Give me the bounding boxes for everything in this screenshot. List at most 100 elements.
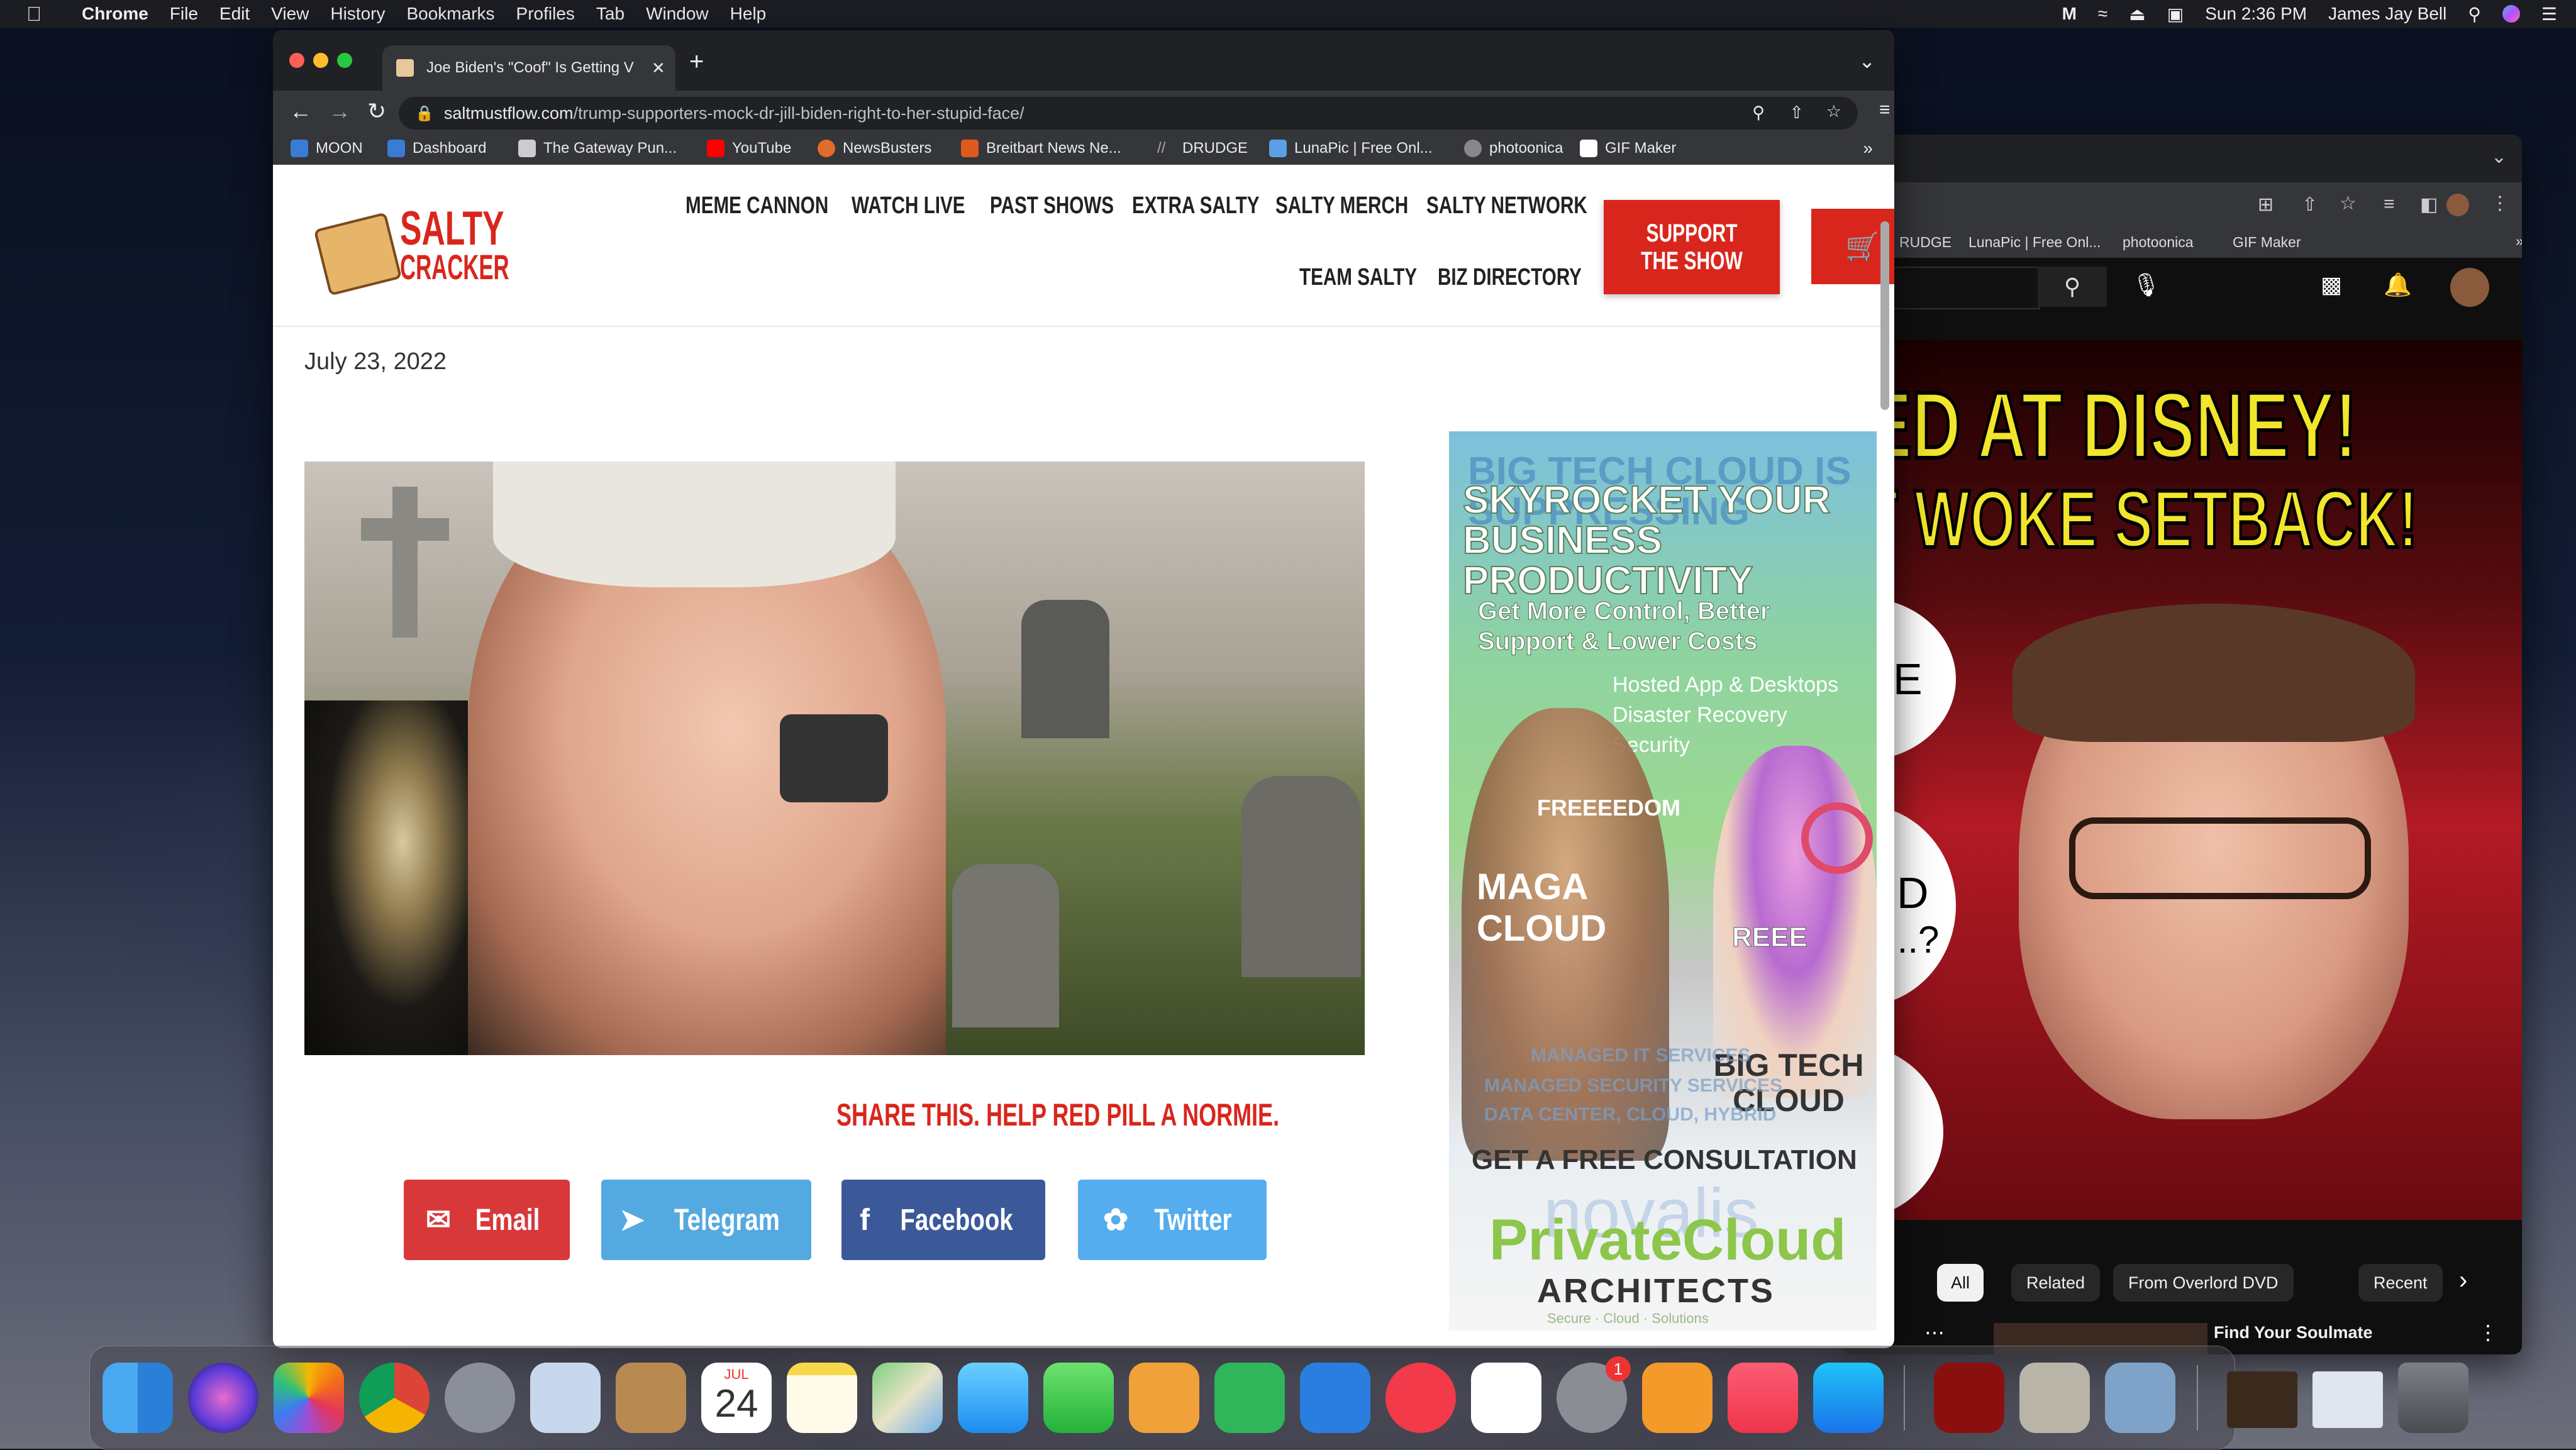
reading-list-icon[interactable]: ≡ [2384,194,2395,215]
close-window-button[interactable] [289,53,304,68]
menu-bookmarks[interactable]: Bookmarks [406,4,494,24]
new-tab-icon[interactable]: + [689,48,704,76]
search-button[interactable]: ⚲ [2038,267,2107,307]
menu-file[interactable]: File [170,4,198,24]
support-the-show-button[interactable]: SUPPORT THE SHOW [1604,200,1780,294]
zoom-icon[interactable]: ⚲ [1752,103,1765,123]
menu-help[interactable]: Help [730,4,767,24]
spotlight-icon[interactable]: ⚲ [2468,4,2481,25]
bookmark-dashboard[interactable]: Dashboard [387,140,486,157]
news-icon[interactable] [1385,1363,1456,1433]
bookmark-gif-maker[interactable]: GIF Maker [1580,140,1676,157]
minimized-window-thumbnail[interactable] [2312,1371,2383,1428]
site-logo[interactable]: SALTY CRACKER [313,201,509,296]
video-player[interactable]: RED AT DISNEY! AT WOKE SETBACK! E D ...? [1843,340,2522,1220]
share-telegram-button[interactable]: ➤ Telegram [601,1180,811,1260]
preview-icon[interactable] [2105,1363,2175,1433]
chips-next-icon[interactable]: › [2459,1266,2467,1295]
books-icon[interactable] [1642,1363,1713,1433]
music-icon[interactable] [1728,1363,1798,1433]
calendar-icon[interactable]: JUL 24 [701,1363,772,1433]
notes-icon[interactable] [787,1363,857,1433]
menu-window[interactable]: Window [646,4,709,24]
install-icon[interactable]: ⊞ [2258,194,2273,216]
sidepanel-icon[interactable]: ◧ [2420,194,2438,216]
star-icon[interactable]: ☆ [2340,192,2357,214]
nav-meme-cannon[interactable]: MEME CANNON [686,192,828,219]
nav-past-shows[interactable]: PAST SHOWS [990,192,1114,219]
minimized-window-thumbnail[interactable] [2227,1371,2297,1428]
bookmark-lunapic[interactable]: LunaPic | Free Onl... [1968,234,2101,251]
siri-icon[interactable] [2502,5,2520,23]
maps-icon[interactable] [872,1363,943,1433]
user-name[interactable]: James Jay Bell [2328,4,2446,24]
chip-related[interactable]: Related [2011,1264,2101,1302]
page-scrollbar[interactable] [1880,221,1889,410]
system-preferences-icon[interactable]: 1 [1557,1356,1631,1433]
bookmark-drudge[interactable]: // DRUDGE [1157,140,1248,157]
tab-active[interactable]: Joe Biden's "Coof" Is Getting V ✕ [382,45,675,91]
menu-view[interactable]: View [271,4,309,24]
nav-biz-directory[interactable]: BIZ DIRECTORY [1438,264,1582,291]
minimize-window-button[interactable] [313,53,328,68]
bookmark-breitbart[interactable]: Breitbart News Ne... [961,140,1121,157]
app-menu-chrome[interactable]: Chrome [82,4,148,24]
sidebar-ad[interactable]: BIG TECH CLOUD IS SUPPRESSING SKYROCKET … [1449,431,1877,1331]
share-email-button[interactable]: ✉ Email [404,1180,570,1260]
avatar[interactable] [2446,194,2469,216]
more-icon[interactable]: ⋮ [2478,1320,2498,1344]
bookmark-youtube[interactable]: YouTube [707,140,791,157]
keynote-icon[interactable] [1300,1363,1370,1433]
tab-search-icon[interactable]: ⌄ [1858,49,1875,73]
chip-recent[interactable]: Recent [2358,1264,2443,1302]
reading-list-icon[interactable]: ≡ [1879,99,1890,121]
bookmark-newsbusters[interactable]: NewsBusters [818,140,931,157]
reminders-icon[interactable] [1471,1363,1541,1433]
siri-icon[interactable] [188,1363,258,1433]
bookmarks-overflow-icon[interactable]: » [2516,233,2522,250]
wifi-icon[interactable]: ≈ [2098,4,2107,24]
apple-menu-icon[interactable]:  [26,3,42,26]
pages-icon[interactable] [1129,1363,1199,1433]
eject-icon[interactable]: ⏏ [2129,4,2145,25]
bookmark-star-icon[interactable]: ☆ [1826,102,1841,121]
bookmark-gif-maker[interactable]: GIF Maker [2233,234,2301,251]
display-icon[interactable]: ▣ [2167,4,2184,25]
bookmark-gateway-pundit[interactable]: The Gateway Pun... [518,140,677,157]
bookmark-photoonica[interactable]: photoonica [1464,140,1563,157]
bookmark-moon[interactable]: MOON [291,140,363,157]
numbers-icon[interactable] [1214,1363,1285,1433]
reload-icon[interactable]: ↻ [367,98,386,125]
notifications-icon[interactable]: 🔔 [2384,272,2412,298]
forward-icon[interactable]: → [328,98,351,125]
bookmarks-overflow-icon[interactable]: » [1863,138,1873,158]
avatar[interactable] [2450,268,2489,307]
messages-icon[interactable] [958,1363,1028,1433]
bookmark-lunapic[interactable]: LunaPic | Free Onl... [1269,140,1433,157]
menu-history[interactable]: History [330,4,385,24]
share-icon[interactable]: ⇧ [1789,103,1804,123]
menu-tab[interactable]: Tab [596,4,625,24]
malwarebytes-icon[interactable]: M [2062,4,2077,24]
control-center-icon[interactable]: ☰ [2541,4,2557,25]
mail-icon[interactable] [530,1363,601,1433]
chip-from-overlord-dvd[interactable]: From Overlord DVD [2113,1264,2294,1302]
menu-edit[interactable]: Edit [219,4,250,24]
chrome-icon[interactable] [359,1363,430,1433]
bookmark-drudge-partial[interactable]: RUDGE [1899,234,1951,251]
nav-watch-live[interactable]: WATCH LIVE [852,192,965,219]
nav-salty-network[interactable]: SALTY NETWORK [1426,192,1587,219]
menu-profiles[interactable]: Profiles [516,4,575,24]
flash-icon[interactable] [1934,1363,2004,1433]
microphone-icon[interactable]: 🎙 [2132,272,2161,298]
photos-icon[interactable] [274,1363,344,1433]
lock-icon[interactable]: 🔒 [415,104,434,123]
finder-icon[interactable] [103,1363,173,1433]
share-icon[interactable]: ⇧ [2302,194,2318,216]
more-icon[interactable]: ⋮ [2490,192,2509,214]
nav-salty-merch[interactable]: SALTY MERCH [1275,192,1408,219]
share-twitter-button[interactable]: ✿ Twitter [1078,1180,1267,1260]
nav-extra-salty[interactable]: EXTRA SALTY [1132,192,1260,219]
app-store-icon[interactable] [1813,1363,1884,1433]
clock[interactable]: Sun 2:36 PM [2205,4,2307,24]
